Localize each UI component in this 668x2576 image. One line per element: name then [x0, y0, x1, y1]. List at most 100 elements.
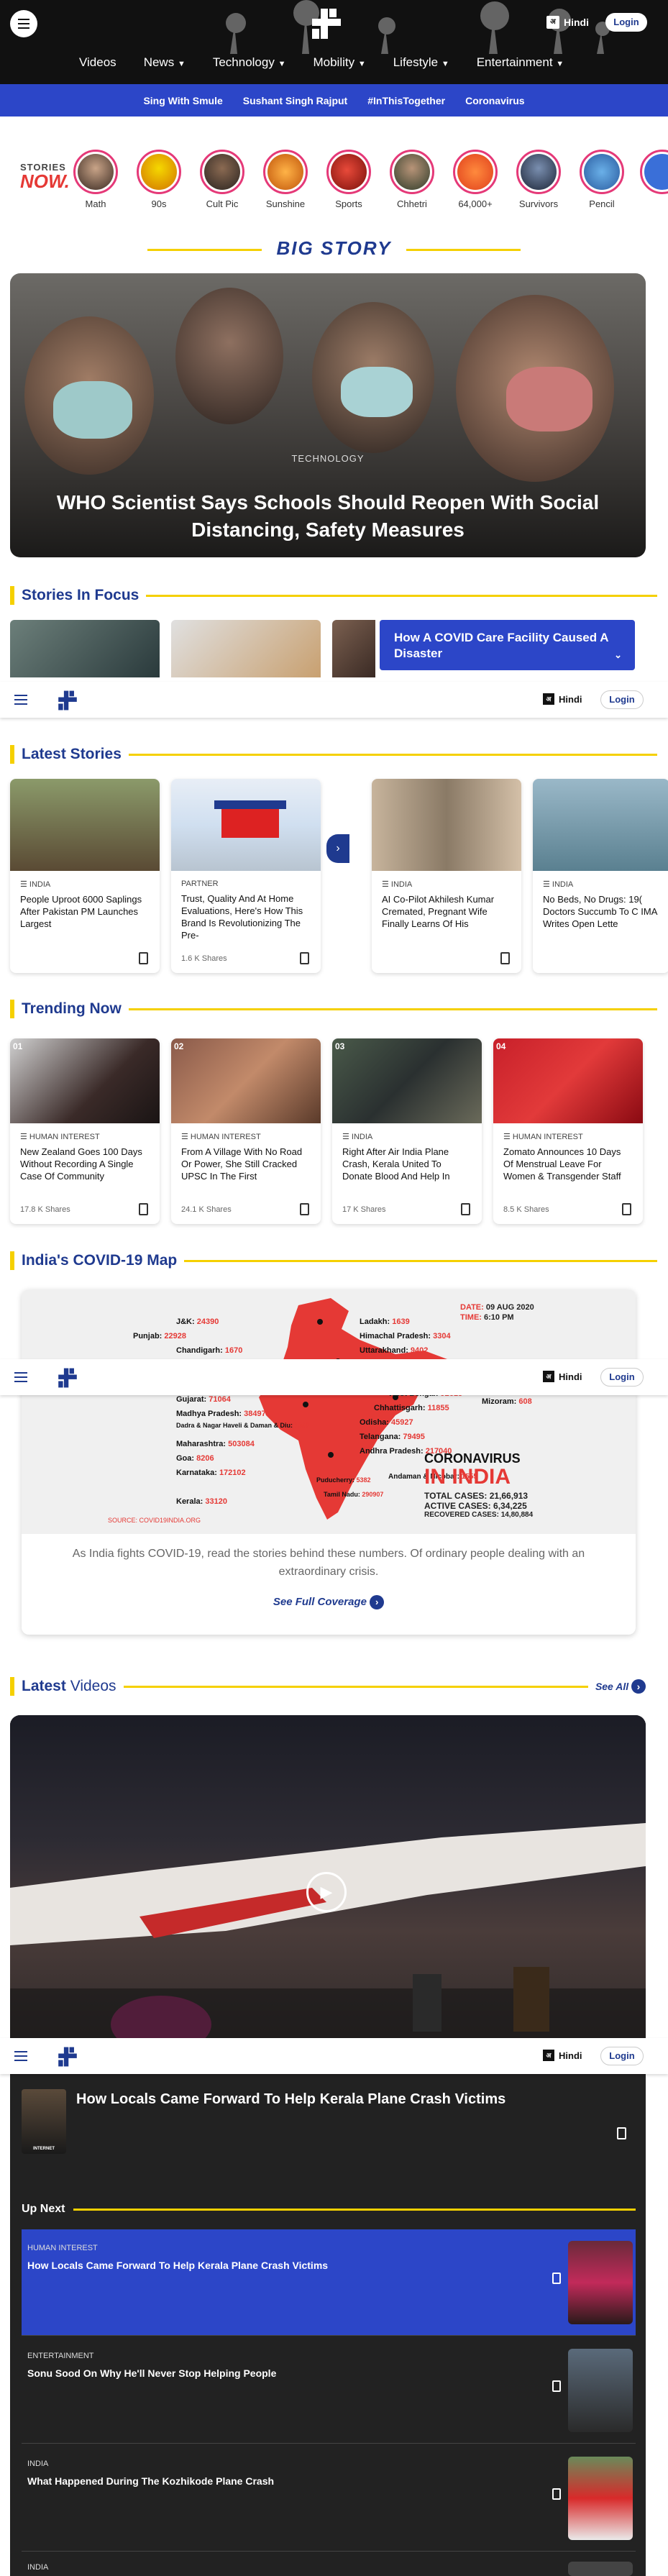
bookmark-icon[interactable]	[500, 952, 510, 964]
nav-news[interactable]: News ▼	[144, 55, 186, 70]
card-title[interactable]: AI Co-Pilot Akhilesh Kumar Cremated, Pre…	[382, 893, 511, 942]
bookmark-icon[interactable]	[552, 2273, 561, 2284]
up-next-item[interactable]: HUMAN INTEREST How Locals Came Forward T…	[22, 2229, 636, 2336]
login-button[interactable]: Login	[600, 690, 644, 709]
bookmark-icon[interactable]	[622, 1203, 631, 1215]
site-logo[interactable]	[53, 689, 82, 712]
trending-topic[interactable]: Sing With Smule	[143, 95, 222, 106]
site-logo[interactable]	[53, 2045, 82, 2068]
hamburger-icon[interactable]	[14, 1372, 27, 1385]
video-title[interactable]: How Locals Came Forward To Help Kerala P…	[27, 2260, 328, 2271]
video-thumbnail[interactable]	[568, 2562, 633, 2576]
story-bubble[interactable]	[640, 150, 668, 194]
video-category: ENTERTAINMENT	[27, 2352, 94, 2360]
focus-card-image[interactable]	[10, 620, 160, 677]
story-card[interactable]: ☰ INDIA AI Co-Pilot Akhilesh Kumar Crema…	[372, 779, 521, 973]
video-thumbnail[interactable]	[568, 2457, 633, 2540]
now-playing-thumbnail[interactable]: INTERNET	[22, 2089, 66, 2154]
site-logo[interactable]	[308, 6, 345, 42]
video-title[interactable]: What Happened During The Kozhikode Plane…	[27, 2475, 274, 2487]
now-playing-title[interactable]: How Locals Came Forward To Help Kerala P…	[76, 2091, 505, 2108]
big-story-category[interactable]: TECHNOLOGY	[10, 453, 646, 464]
card-title[interactable]: People Uproot 6000 Saplings After Pakist…	[20, 893, 150, 942]
focus-overlay-card[interactable]: How A COVID Care Facility Caused A Disas…	[380, 620, 635, 670]
story-bubble[interactable]: Cult Pic	[200, 150, 244, 209]
video-thumbnail[interactable]	[568, 2349, 633, 2432]
video-player[interactable]: ▶	[10, 1715, 646, 2075]
video-title[interactable]: Sonu Sood On Why He'll Never Stop Helpin…	[27, 2367, 276, 2379]
see-all-link[interactable]: See All ›	[595, 1679, 646, 1694]
big-story-card[interactable]: TECHNOLOGY WHO Scientist Says Schools Sh…	[10, 273, 646, 557]
bookmark-icon[interactable]	[300, 952, 309, 964]
bookmark-icon[interactable]	[552, 2380, 561, 2392]
trending-now-heading: Trending Now	[10, 1000, 657, 1018]
trending-topic[interactable]: Coronavirus	[465, 95, 524, 106]
language-switch[interactable]: अ Hindi	[543, 2050, 582, 2061]
bookmark-icon[interactable]	[461, 1203, 470, 1215]
map-date: DATE: 09 AUG 2020 TIME: 6:10 PM	[460, 1303, 534, 1322]
card-title[interactable]: Right After Air India Plane Crash, Keral…	[342, 1146, 472, 1187]
nav-entertainment[interactable]: Entertainment ▼	[477, 55, 564, 70]
trending-card[interactable]: 04 ☰ HUMAN INTEREST Zomato Announces 10 …	[493, 1038, 643, 1224]
up-next-item[interactable]: INDIA What Happened During The Kozhikode…	[22, 2445, 636, 2552]
story-bubble[interactable]: Math	[73, 150, 118, 209]
video-category: HUMAN INTEREST	[27, 2244, 98, 2252]
story-bubble[interactable]: Sports	[326, 150, 371, 209]
trending-topic[interactable]: #InThisTogether	[367, 95, 445, 106]
trending-card[interactable]: 02 ☰ HUMAN INTEREST From A Village With …	[171, 1038, 321, 1224]
nav-lifestyle[interactable]: Lifestyle ▼	[393, 55, 449, 70]
see-full-coverage-link[interactable]: See Full Coverage ›	[22, 1595, 636, 1609]
up-next-item[interactable]: INDIA	[22, 2553, 636, 2576]
story-bubble[interactable]: 64,000+	[453, 150, 498, 209]
focus-card-image[interactable]	[171, 620, 321, 677]
bookmark-icon[interactable]	[139, 952, 148, 964]
card-title[interactable]: New Zealand Goes 100 Days Without Record…	[20, 1146, 150, 1187]
video-thumbnail[interactable]	[568, 2241, 633, 2324]
login-button[interactable]: Login	[600, 2047, 644, 2065]
bookmark-icon[interactable]	[552, 2488, 561, 2500]
story-card[interactable]: PARTNER Trust, Quality And At Home Evalu…	[171, 779, 321, 973]
site-logo[interactable]	[53, 1366, 82, 1389]
card-title[interactable]: From A Village With No Road Or Power, Sh…	[181, 1146, 311, 1187]
bookmark-icon[interactable]	[300, 1203, 309, 1215]
covid-map-card[interactable]: J&K: 24390 Punjab: 22928 Chandigarh: 167…	[22, 1289, 636, 1635]
nav-videos[interactable]: Videos	[79, 55, 116, 70]
state-label: Karnataka: 172102	[176, 1469, 246, 1477]
hamburger-icon[interactable]	[14, 695, 27, 708]
heading-line	[146, 594, 657, 597]
login-button[interactable]: Login	[600, 1368, 644, 1387]
language-switch[interactable]: अ Hindi	[543, 1371, 582, 1382]
story-bubble[interactable]: 90s	[137, 150, 181, 209]
focus-card-image[interactable]	[332, 620, 375, 677]
card-title[interactable]: Trust, Quality And At Home Evaluations, …	[181, 892, 311, 941]
language-switch[interactable]: अ Hindi	[546, 16, 589, 29]
card-title[interactable]: Zomato Announces 10 Days Of Menstrual Le…	[503, 1146, 633, 1187]
story-card[interactable]: ☰ INDIA People Uproot 6000 Saplings Afte…	[10, 779, 160, 973]
bookmark-icon[interactable]	[617, 2127, 626, 2139]
nav-mobility[interactable]: Mobility ▼	[313, 55, 365, 70]
card-title[interactable]: No Beds, No Drugs: 19( Doctors Succumb T…	[543, 893, 659, 942]
language-switch[interactable]: अ Hindi	[543, 693, 582, 705]
story-card[interactable]: ☰ INDIA No Beds, No Drugs: 19( Doctors S…	[533, 779, 668, 973]
card-category: ☰ HUMAN INTEREST	[503, 1133, 583, 1141]
big-story-title[interactable]: WHO Scientist Says Schools Should Reopen…	[39, 489, 617, 544]
carousel-next-arrow-icon[interactable]: ›	[326, 834, 349, 863]
nav-technology[interactable]: Technology ▼	[213, 55, 286, 70]
trending-topic[interactable]: Sushant Singh Rajput	[243, 95, 347, 106]
story-bubble[interactable]: Pencil	[580, 150, 624, 209]
heading-line	[184, 1259, 657, 1262]
heading-bar	[10, 1000, 14, 1018]
trending-card[interactable]: 01 ☰ HUMAN INTEREST New Zealand Goes 100…	[10, 1038, 160, 1224]
story-bubble[interactable]: Survivors	[516, 150, 561, 209]
story-bubble[interactable]: Sunshine	[263, 150, 308, 209]
bookmark-icon[interactable]	[139, 1203, 148, 1215]
card-category: PARTNER	[181, 880, 219, 888]
up-next-item[interactable]: ENTERTAINMENT Sonu Sood On Why He'll Nev…	[22, 2337, 636, 2444]
card-image: 04	[493, 1038, 643, 1123]
hamburger-icon[interactable]	[14, 2051, 27, 2064]
story-bubble[interactable]: Chhetri	[390, 150, 434, 209]
login-button[interactable]: Login	[605, 13, 647, 32]
play-icon[interactable]: ▶	[306, 1872, 347, 1912]
trending-card[interactable]: 03 ☰ INDIA Right After Air India Plane C…	[332, 1038, 482, 1224]
menu-button[interactable]	[10, 10, 37, 37]
